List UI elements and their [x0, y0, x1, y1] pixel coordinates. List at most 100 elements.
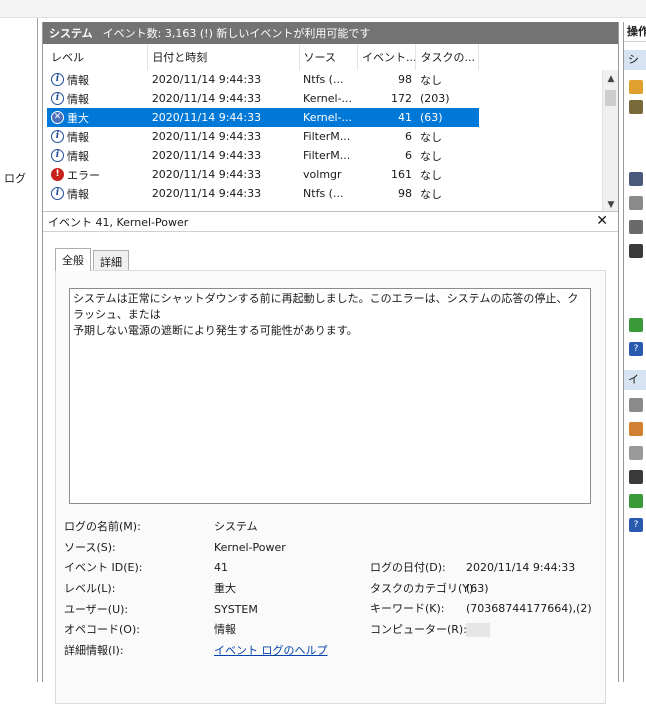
row-datetime: 2020/11/14 9:44:33: [147, 108, 300, 127]
actions-section-system[interactable]: シ: [624, 50, 646, 70]
event-detail-header: イベント 41, Kernel-Power ✕: [43, 212, 618, 232]
event-log-help-link[interactable]: イベント ログのヘルプ: [214, 644, 328, 657]
value-level: 重大: [214, 582, 236, 596]
scroll-up-icon[interactable]: ▲: [603, 72, 618, 86]
help-icon[interactable]: ?: [629, 518, 643, 532]
table-row-selected[interactable]: ✕ 重大 2020/11/14 9:44:33 Kernel-... 41 (63…: [47, 108, 479, 127]
refresh-icon[interactable]: [629, 494, 643, 508]
table-row[interactable]: i 情報 2020/11/14 9:44:33 FilterM... 6 なし: [47, 127, 479, 146]
critical-icon: ✕: [51, 111, 64, 124]
tab-general[interactable]: 全般: [55, 248, 91, 271]
row-level: 情報: [67, 149, 89, 163]
value-user: SYSTEM: [214, 602, 258, 616]
event-properties-icon[interactable]: [629, 398, 643, 412]
error-icon: !: [51, 168, 64, 181]
label-event-id: イベント ID(E):: [64, 561, 143, 575]
row-event-id: 172: [390, 92, 412, 105]
log-title: システム: [49, 27, 93, 40]
label-level: レベル(L):: [64, 582, 116, 596]
table-row[interactable]: ! エラー 2020/11/14 9:44:33 volmgr 161 なし: [47, 165, 479, 184]
value-task-category: (63): [466, 581, 489, 595]
detail-tabs: 全般 詳細: [55, 248, 131, 272]
tab-details[interactable]: 詳細: [93, 250, 129, 271]
row-datetime: 2020/11/14 9:44:33: [151, 168, 262, 181]
row-task: (203): [419, 92, 450, 105]
close-icon[interactable]: ✕: [596, 213, 608, 229]
event-description[interactable]: システムは正常にシャットダウンする前に再起動しました。このエラーは、システムの応…: [69, 288, 591, 504]
row-level: 情報: [67, 73, 89, 87]
table-row[interactable]: i 情報 2020/11/14 9:44:33 Ntfs (... 98 なし: [47, 70, 479, 89]
row-level: 情報: [67, 130, 89, 144]
nav-log-label[interactable]: ログ: [4, 170, 26, 186]
save-icon[interactable]: [629, 470, 643, 484]
scroll-down-icon[interactable]: ▼: [603, 198, 618, 211]
actions-pane: 操作 シ ? イ ?: [623, 22, 646, 682]
label-opcode: オペコード(O):: [64, 623, 140, 637]
column-header-task[interactable]: タスクの...: [415, 44, 479, 70]
row-level: 情報: [67, 187, 89, 201]
actions-section-event[interactable]: イ: [624, 370, 646, 390]
row-task: なし: [419, 130, 442, 144]
filter-icon[interactable]: [629, 100, 643, 114]
row-source: Ntfs (...: [303, 73, 344, 86]
row-datetime: 2020/11/14 9:44:33: [151, 187, 262, 200]
event-list[interactable]: レベル 日付と時刻 ソース イベント... タスクの... i 情報 2020/1…: [43, 44, 618, 212]
value-keywords: (70368744177664),(2): [466, 602, 592, 616]
label-computer: コンピューター(R):: [370, 623, 467, 637]
row-event-id: 6: [404, 149, 412, 162]
event-detail-title: イベント 41, Kernel-Power: [48, 215, 189, 229]
column-header-datetime[interactable]: 日付と時刻: [147, 44, 300, 70]
label-log-name: ログの名前(M):: [64, 520, 141, 533]
label-user: ユーザー(U):: [64, 602, 129, 616]
event-count-info: イベント数: 3,163 (!) 新しいイベントが利用可能です: [102, 27, 371, 40]
event-log-pane: システム イベント数: 3,163 (!) 新しいイベントが利用可能です レベル…: [42, 22, 619, 704]
column-header-event-id[interactable]: イベント...: [357, 44, 417, 70]
filter-icon[interactable]: [629, 172, 643, 186]
attach-task-icon[interactable]: [629, 422, 643, 436]
table-row[interactable]: i 情報 2020/11/14 9:44:33 Kernel-... 172 (2…: [47, 89, 479, 108]
save-icon[interactable]: [629, 244, 643, 258]
find-icon[interactable]: [629, 220, 643, 234]
value-opcode: 情報: [214, 623, 236, 637]
property-labels-right: ログの日付(D): タスクのカテゴリ(Y): キーワード(K): コンピューター…: [370, 558, 477, 641]
row-source: FilterM...: [303, 149, 351, 162]
row-event-id: 161: [390, 168, 412, 181]
row-datetime: 2020/11/14 9:44:33: [151, 92, 262, 105]
table-row[interactable]: i 情報 2020/11/14 9:44:33 Ntfs (... 98 なし: [47, 184, 479, 203]
row-source: Ntfs (...: [303, 187, 344, 200]
log-header: システム イベント数: 3,163 (!) 新しいイベントが利用可能です: [43, 22, 618, 44]
navigation-pane[interactable]: ログ: [0, 18, 38, 682]
open-folder-icon[interactable]: [629, 80, 643, 94]
scroll-thumb[interactable]: [605, 90, 616, 106]
help-icon[interactable]: ?: [629, 342, 643, 356]
value-logged: 2020/11/14 9:44:33: [466, 561, 576, 574]
row-task: なし: [419, 149, 442, 163]
row-event-id: 6: [404, 130, 412, 143]
row-datetime: 2020/11/14 9:44:33: [151, 73, 262, 86]
column-header-source[interactable]: ソース: [299, 44, 359, 70]
window-top-strip: [0, 0, 646, 18]
row-level: 情報: [67, 92, 89, 106]
event-list-scrollbar[interactable]: ▲ ▼: [602, 70, 618, 211]
property-values-left: システム Kernel-Power 41 重大 SYSTEM 情報 イベント ロ…: [214, 517, 364, 662]
refresh-icon[interactable]: [629, 318, 643, 332]
row-level: エラー: [67, 168, 100, 182]
properties-icon[interactable]: [629, 196, 643, 210]
row-event-id: 41: [357, 108, 416, 127]
copy-icon[interactable]: [629, 446, 643, 460]
value-source: Kernel-Power: [214, 540, 286, 554]
label-more-info: 詳細情報(I):: [64, 644, 124, 658]
information-icon: i: [51, 130, 64, 143]
property-labels-left: ログの名前(M): ソース(S): イベント ID(E): レベル(L): ユー…: [64, 517, 214, 662]
column-header-level[interactable]: レベル: [47, 44, 149, 70]
row-event-id: 98: [397, 187, 412, 200]
row-source: Kernel-...: [303, 92, 353, 105]
row-datetime: 2020/11/14 9:44:33: [151, 130, 262, 143]
event-table: レベル 日付と時刻 ソース イベント... タスクの... i 情報 2020/1…: [47, 44, 479, 203]
table-row[interactable]: i 情報 2020/11/14 9:44:33 FilterM... 6 なし: [47, 146, 479, 165]
value-log-name: システム: [214, 520, 258, 533]
row-source: Kernel-...: [299, 108, 358, 127]
row-datetime: 2020/11/14 9:44:33: [151, 149, 262, 162]
row-task: なし: [419, 73, 442, 87]
information-icon: i: [51, 149, 64, 162]
